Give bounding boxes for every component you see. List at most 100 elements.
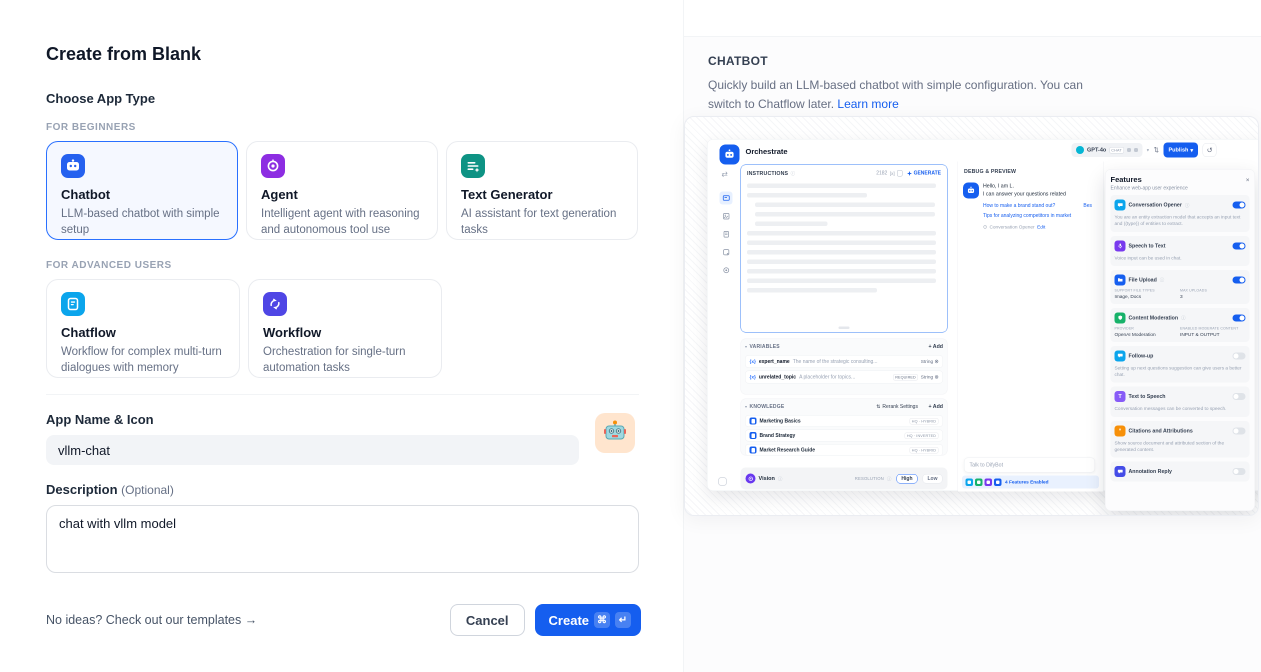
card-title: Agent [261,187,423,202]
mock-instructions-panel: INSTRUCTIONS ⓘ 2182 [x] GENERATE [741,165,948,333]
toggle-off [1233,468,1246,475]
toggle-off [1233,427,1246,434]
microphone-icon [1115,240,1126,251]
app-type-card-chatbot[interactable]: Chatbot LLM-based chatbot with simple se… [46,141,238,240]
app-type-card-agent[interactable]: Agent Intelligent agent with reasoning a… [246,141,438,240]
skeleton-line [747,250,936,255]
suggested-question: How to make a brand stand out? [983,203,1055,209]
variable-row: {x} expert_name The name of the strategi… [745,355,943,368]
generate-button: GENERATE [907,171,941,177]
mock-nav-rail [720,192,733,277]
info-icon: ⓘ [1185,202,1190,209]
toggle-off [1233,393,1246,400]
preview-panel-topbar [684,0,1261,37]
variable-token-icon: [x] [890,171,895,176]
model-param-icon [1127,148,1131,152]
history-icon: ↺ [1203,143,1217,157]
variable-row: {x} unrelated_topic A placeholder for to… [745,371,943,384]
skeleton-line [747,260,936,265]
knowledge-row: Market Research Guide HQ · HYBRID [745,444,943,456]
chevron-down-icon: ▾ [745,404,747,409]
preview-heading: CHATBOT [708,54,1237,68]
cancel-button[interactable]: Cancel [450,604,525,636]
orchestrate-nav-icon [720,192,733,205]
mock-chat-input: Talk to DifyBot [964,458,1095,473]
knowledge-row: Marketing Basics HQ · HYBRID [745,415,943,427]
workflow-icon [263,292,287,316]
variable-icon: {x} [750,374,756,380]
description-textarea[interactable]: chat with vllm model [46,505,639,573]
document-icon [750,447,757,454]
chevron-down-icon: ▾ [1190,147,1193,154]
model-selector: GPT-4o CHAT [1072,143,1143,157]
card-desc: Intelligent agent with reasoning and aut… [261,207,423,238]
bot-avatar [963,183,979,199]
robot-emoji-icon [602,418,628,449]
edit-link: Edit [1037,224,1045,230]
mock-page-title: Orchestrate [746,148,788,157]
conversation-opener-icon [1115,200,1126,211]
mock-switch-icon: ⇄ [722,170,728,179]
card-desc: AI assistant for text generation tasks [461,207,623,238]
info-icon: ⓘ [1160,277,1165,284]
publish-button: Publish ▾ [1164,143,1199,158]
shield-icon [1115,312,1126,323]
annotation-reply-icon [1115,466,1126,477]
mock-variables-panel: ▾ VARIABLES + Add {x} expert_name The na… [741,339,948,395]
advanced-cards-row: Chatflow Workflow for complex multi-turn… [46,279,639,378]
feature-item-file-upload: File Upload ⓘ SUPPORT FILE TYPES Image, … [1111,270,1250,304]
collapse-handle [839,327,850,330]
app-icon-picker[interactable] [595,413,635,453]
create-button[interactable]: Create ⌘ ↵ [535,604,641,636]
chevron-down-icon: ▾ [745,344,747,349]
mock-debug-panel: DEBUG & PREVIEW Hello, I am L. I can ans… [958,162,1104,492]
follow-up-icon [1115,350,1126,361]
model-settings-icon [1134,148,1138,152]
card-title: Workflow [263,325,427,340]
app-name-row [46,435,579,465]
settings-nav-icon [720,264,733,277]
app-type-preview-panel: CHATBOT Quickly build an LLM-based chatb… [683,0,1261,672]
info-icon: ⓘ [791,170,796,177]
skeleton-line [747,193,867,198]
for-beginners-label: FOR BEGINNERS [46,122,639,133]
chevron-down-icon: ▾ [1147,147,1149,153]
toggle-on [1233,276,1246,283]
card-desc: LLM-based chatbot with simple setup [61,207,223,238]
skeleton-line [755,203,935,208]
feature-item-text-to-speech: T Text to Speech Conversation messages c… [1111,387,1250,417]
vision-eye-icon [746,474,756,484]
clipboard-icon [897,170,903,177]
card-desc: Orchestration for single-turn automation… [263,345,427,376]
skeleton-line [747,269,936,274]
info-icon: ⓘ [887,475,892,482]
text-generator-icon [461,154,485,178]
app-name-input[interactable] [46,435,579,465]
info-icon: ⓘ [1181,315,1186,322]
description-label: Description [46,482,118,497]
mock-vision-row: Vision ⓘ RESOLUTION ⓘ High Low [741,468,948,490]
app-type-card-chatflow[interactable]: Chatflow Workflow for complex multi-turn… [46,279,240,378]
learn-more-link[interactable]: Learn more [837,97,898,111]
variable-icon: {x} [750,359,756,365]
app-type-card-text-generator[interactable]: Text Generator AI assistant for text gen… [446,141,638,240]
document-icon [750,418,757,425]
feature-item-follow-up: Follow-up Setting up next questions sugg… [1111,346,1250,383]
skeleton-line [747,184,936,189]
close-icon: × [1246,176,1250,184]
for-advanced-users-label: FOR ADVANCED USERS [46,260,639,271]
notes-nav-icon [720,246,733,259]
speech-to-text-mini-icon [985,478,993,486]
templates-link[interactable]: No ideas? Check out our templates → [46,613,257,627]
add-variable-button: + Add [928,344,943,350]
chatbot-preview-image: ⇄ Orchestrate GPT-4o CHAT [684,116,1259,516]
agent-icon [261,154,285,178]
docs-nav-icon [720,228,733,241]
skeleton-line [747,231,936,236]
compare-icon: ⇅ [1154,146,1159,154]
feature-item-speech-to-text: Speech to Text Voice input can be used i… [1111,236,1250,266]
app-name-label: App Name & Icon [46,412,639,427]
app-type-card-workflow[interactable]: Workflow Orchestration for single-turn a… [248,279,442,378]
rerank-icon: ⇅ [876,404,880,410]
suggested-question-truncated: Bes [1083,203,1092,209]
